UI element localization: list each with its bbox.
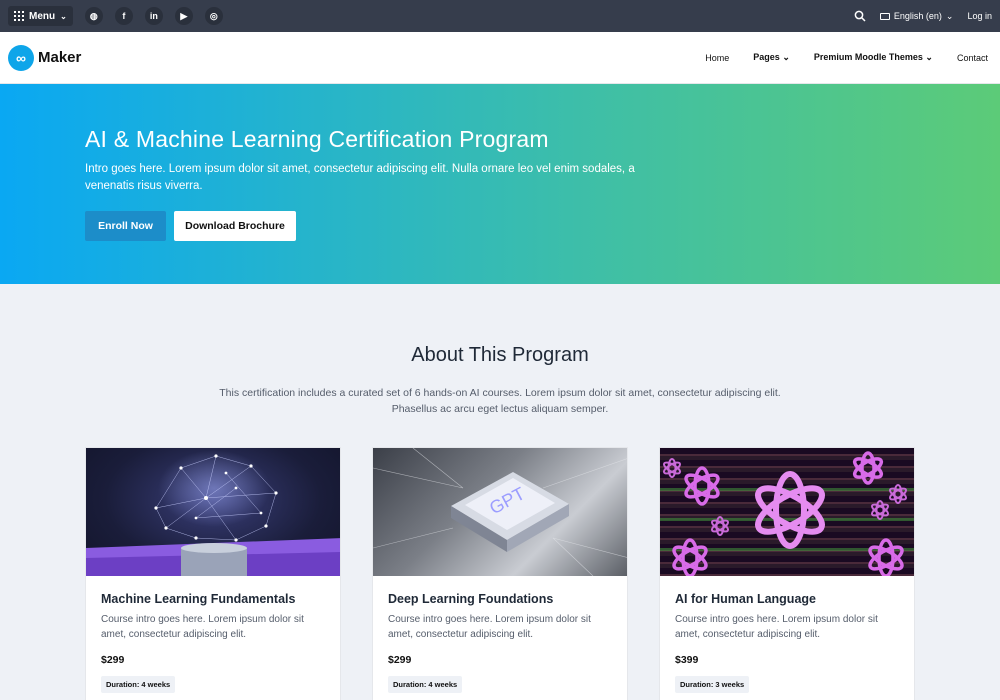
login-link[interactable]: Log in	[967, 11, 992, 21]
hero-intro: Intro goes here. Lorem ipsum dolor sit a…	[85, 163, 635, 192]
nav-contact[interactable]: Contact	[957, 53, 988, 63]
language-selector[interactable]: English (en) ⌄	[879, 10, 954, 22]
about-title: About This Program	[411, 344, 589, 366]
grid-icon	[14, 11, 24, 21]
gpt-chip-image: GPT	[373, 448, 627, 576]
course-intro: Course intro goes here. Lorem ipsum dolo…	[101, 614, 304, 640]
about-text: This certification includes a curated se…	[219, 387, 781, 415]
menu-button[interactable]: Menu ⌄	[8, 6, 73, 26]
course-title[interactable]: Deep Learning Foundations	[388, 592, 612, 606]
brand-logo[interactable]: ∞ Maker	[8, 44, 82, 71]
course-price: $399	[675, 654, 699, 666]
instagram-icon[interactable]: ◎	[204, 7, 223, 25]
hero-title: AI & Machine Learning Certification Prog…	[85, 126, 549, 152]
hero-section: AI & Machine Learning Certification Prog…	[0, 84, 1000, 284]
main-navbar: ∞ Maker Home Pages ⌄ Premium Moodle Them…	[0, 32, 1000, 84]
nav-premium-label: Premium Moodle Themes	[813, 52, 923, 62]
nav-premium-moodle-themes[interactable]: Premium Moodle Themes ⌄	[814, 52, 933, 63]
nav-home[interactable]: Home	[705, 53, 729, 63]
hero-buttons: Enroll Now Download Brochure	[85, 211, 915, 241]
chevron-down-icon: ⌄	[925, 52, 933, 62]
neural-brain-image	[86, 448, 340, 576]
duration-badge: Duration: 4 weeks	[388, 676, 463, 693]
top-bar-left: Menu ⌄ ◍ f in ▶ ◎	[8, 6, 223, 26]
card-body: Deep Learning Foundations Course intro g…	[373, 576, 627, 693]
nav-pages-label: Pages	[753, 52, 780, 62]
top-bar-right: English (en) ⌄ Log in	[854, 10, 992, 22]
course-intro: Course intro goes here. Lorem ipsum dolo…	[675, 614, 878, 640]
card-body: AI for Human Language Course intro goes …	[660, 576, 914, 693]
facebook-icon[interactable]: f	[114, 7, 133, 25]
youtube-icon[interactable]: ▶	[174, 7, 193, 25]
course-title[interactable]: Machine Learning Fundamentals	[101, 592, 325, 606]
brand-name: Maker	[38, 49, 82, 66]
download-brochure-button[interactable]: Download Brochure	[174, 211, 296, 241]
course-title[interactable]: AI for Human Language	[675, 592, 899, 606]
course-price: $299	[101, 654, 125, 666]
language-label: English (en)	[893, 11, 942, 21]
linkedin-icon[interactable]: in	[144, 7, 163, 25]
nav-links: Home Pages ⌄ Premium Moodle Themes ⌄ Con…	[705, 52, 988, 63]
chevron-down-icon: ⌄	[60, 11, 67, 21]
menu-label: Menu	[29, 10, 56, 22]
duration-badge: Duration: 3 weeks	[675, 676, 750, 693]
top-bar: Menu ⌄ ◍ f in ▶ ◎ English (en) ⌄ Log in	[0, 0, 1000, 32]
openai-logos-image	[660, 448, 914, 576]
language-icon	[879, 12, 890, 20]
chevron-down-icon: ⌄	[782, 52, 790, 62]
nav-pages[interactable]: Pages ⌄	[753, 52, 790, 63]
duration-badge: Duration: 4 weeks	[101, 676, 176, 693]
course-intro: Course intro goes here. Lorem ipsum dolo…	[388, 614, 591, 640]
about-section: About This Program This certification in…	[0, 284, 1000, 700]
chevron-down-icon: ⌄	[945, 10, 954, 21]
infinity-logo-icon: ∞	[8, 44, 34, 71]
enroll-now-button[interactable]: Enroll Now	[85, 211, 166, 241]
course-card[interactable]: AI for Human Language Course intro goes …	[659, 447, 915, 700]
card-body: Machine Learning Fundamentals Course int…	[86, 576, 340, 693]
course-price: $299	[388, 654, 412, 666]
search-icon[interactable]	[854, 10, 866, 22]
course-card[interactable]: Machine Learning Fundamentals Course int…	[85, 447, 341, 700]
course-cards: Machine Learning Fundamentals Course int…	[0, 447, 1000, 700]
course-card[interactable]: GPT Deep Learning Foundations Course int…	[372, 447, 628, 700]
globe-icon[interactable]: ◍	[84, 7, 103, 25]
